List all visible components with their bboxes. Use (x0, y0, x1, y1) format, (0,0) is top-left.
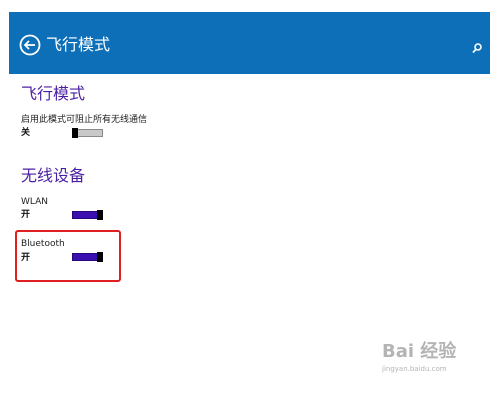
toggle-thumb (97, 252, 103, 262)
airplane-description: 启用此模式可阻止所有无线通信 (21, 115, 148, 125)
toggle-thumb (97, 210, 103, 220)
page-title: 飞行模式 (46, 35, 111, 54)
bluetooth-toggle[interactable] (72, 252, 103, 262)
bluetooth-state-label: 开 (21, 253, 31, 263)
search-icon (472, 43, 482, 54)
airplane-state-label: 关 (21, 128, 31, 138)
baidu-watermark: Bai 经验 jingyan.baidu.com (382, 337, 492, 377)
back-arrow-circle-icon (19, 34, 41, 56)
wlan-toggle[interactable] (72, 210, 103, 220)
wlan-label: WLAN (21, 197, 49, 207)
header-bar: 飞行模式 (9, 12, 490, 74)
watermark-logo: Bai 经验 (382, 341, 457, 362)
wireless-section-title: 无线设备 (21, 166, 86, 185)
wlan-state-label: 开 (21, 210, 31, 220)
toggle-thumb (72, 128, 78, 138)
airplane-mode-toggle[interactable] (72, 128, 103, 138)
search-button[interactable] (471, 39, 483, 54)
watermark-url: jingyan.baidu.com (382, 365, 447, 373)
back-button[interactable] (19, 34, 41, 56)
bluetooth-label: Bluetooth (21, 239, 65, 249)
airplane-section-title: 飞行模式 (21, 84, 86, 103)
